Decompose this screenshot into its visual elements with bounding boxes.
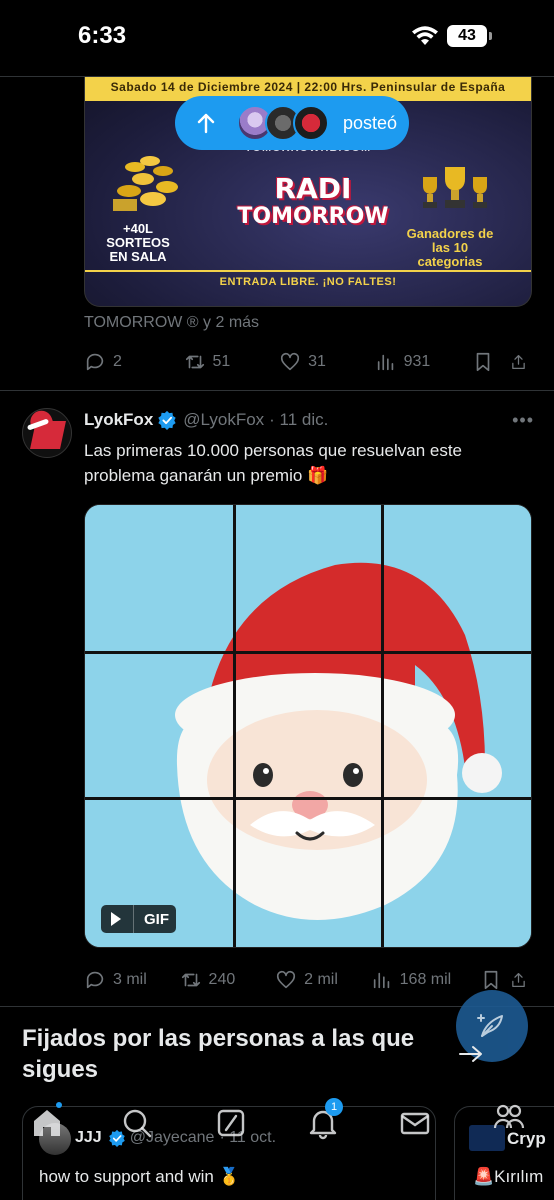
status-time: 6:33 [78, 22, 127, 49]
more-options-icon[interactable]: ••• [512, 410, 534, 431]
banner-footer: ENTRADA LIBRE. ¡NO FALTES! [219, 276, 397, 288]
battery-icon: 43 [447, 25, 492, 47]
views-button[interactable]: 931 [375, 351, 473, 373]
tab-messages[interactable] [398, 1106, 432, 1140]
compose-feather-icon [477, 1014, 503, 1037]
post1-action-bar: 2 51 31 931 [84, 348, 534, 376]
coins-illustration [113, 156, 178, 211]
share-icon [512, 972, 525, 988]
section-title: Fijados por las personas a las que sigue… [22, 1025, 415, 1083]
avatar[interactable] [22, 408, 72, 458]
grok-icon [217, 1109, 245, 1137]
views-icon [377, 354, 393, 371]
avatar [293, 105, 329, 141]
reply-button[interactable]: 2 [84, 351, 184, 373]
bookmark-icon [484, 970, 498, 990]
banner-title: RADI TOMORROW [233, 175, 393, 231]
like-button[interactable]: 2 mil [275, 969, 371, 991]
post-divider [0, 390, 554, 391]
puzzle-grid-line [233, 505, 236, 947]
share-button[interactable] [510, 969, 534, 991]
new-posts-pill[interactable]: posteó [175, 96, 409, 150]
puzzle-grid-line [85, 651, 531, 654]
play-icon [111, 912, 121, 926]
view-count: 168 mil [399, 971, 452, 988]
post2-header: LyokFox @LyokFox · 11 dic. ••• [84, 408, 534, 432]
puzzle-grid-line [381, 505, 384, 947]
bookmark-button[interactable] [480, 969, 510, 991]
repost-icon [185, 355, 204, 369]
repost-button[interactable]: 51 [184, 351, 280, 373]
share-icon [512, 354, 525, 370]
wifi-icon [412, 26, 438, 45]
author-name[interactable]: LyokFox [84, 410, 153, 430]
share-button[interactable] [510, 351, 534, 373]
post-date: · 11 dic. [269, 410, 329, 429]
trophies-illustration [423, 167, 487, 208]
post-text: Las primeras 10.000 personas que resuelv… [84, 441, 463, 485]
banner-right-text: Ganadores de las 10 categorias [406, 226, 494, 269]
verified-badge-icon [158, 410, 176, 430]
tab-communities[interactable] [492, 1100, 526, 1134]
repost-icon [181, 973, 200, 987]
reply-icon [86, 353, 104, 371]
arrow-right-icon[interactable] [458, 1044, 484, 1064]
reply-button[interactable]: 3 mil [84, 969, 180, 991]
views-icon [373, 972, 389, 989]
like-count: 2 mil [304, 971, 338, 988]
puzzle-grid-line [85, 797, 531, 800]
reply-count: 2 [113, 353, 122, 370]
banner-title-line2: TOMORROW [237, 204, 389, 229]
tab-search[interactable] [120, 1106, 154, 1140]
view-count: 931 [403, 353, 431, 370]
gif-badge[interactable]: GIF [101, 905, 176, 933]
tab-grok[interactable] [214, 1106, 248, 1140]
card-text: how to support and win 🥇 [39, 1167, 240, 1186]
notifications-badge: 1 [325, 1098, 343, 1116]
communities-icon [493, 1104, 525, 1129]
bookmark-button[interactable] [472, 351, 510, 373]
post2-action-bar: 3 mil 240 2 mil 168 mil [84, 966, 534, 994]
home-icon [34, 1110, 60, 1136]
tab-home[interactable] [30, 1106, 64, 1140]
banner-left-text: +40L SORTEOS EN SALA [106, 221, 170, 264]
banner-title-line1: RADI [274, 172, 352, 205]
card-text: 🚨Kırılım [473, 1167, 544, 1186]
santa-illustration [85, 505, 531, 947]
heart-icon [277, 970, 296, 989]
reply-count: 3 mil [113, 971, 147, 988]
arrow-up-icon [197, 113, 215, 134]
gif-label: GIF [144, 910, 169, 928]
pill-label: posteó [343, 112, 398, 133]
reply-icon [86, 971, 104, 989]
like-count: 31 [308, 353, 326, 370]
like-button[interactable]: 31 [279, 351, 375, 373]
repost-count: 240 [208, 971, 236, 988]
author-handle[interactable]: @LyokFox [183, 410, 264, 430]
heart-icon [281, 352, 300, 371]
post-media-gif[interactable]: GIF [84, 504, 532, 948]
repost-button[interactable]: 240 [180, 969, 276, 991]
bookmark-icon [476, 352, 490, 372]
search-icon [123, 1109, 152, 1138]
status-bar: 6:33 43 [0, 0, 554, 76]
views-button[interactable]: 168 mil [371, 969, 480, 991]
reposters-text[interactable]: TOMORROW ® y 2 más [84, 314, 259, 332]
author-name: JJJ [75, 1129, 102, 1146]
repost-count: 51 [212, 353, 231, 370]
messages-icon [400, 1112, 430, 1135]
